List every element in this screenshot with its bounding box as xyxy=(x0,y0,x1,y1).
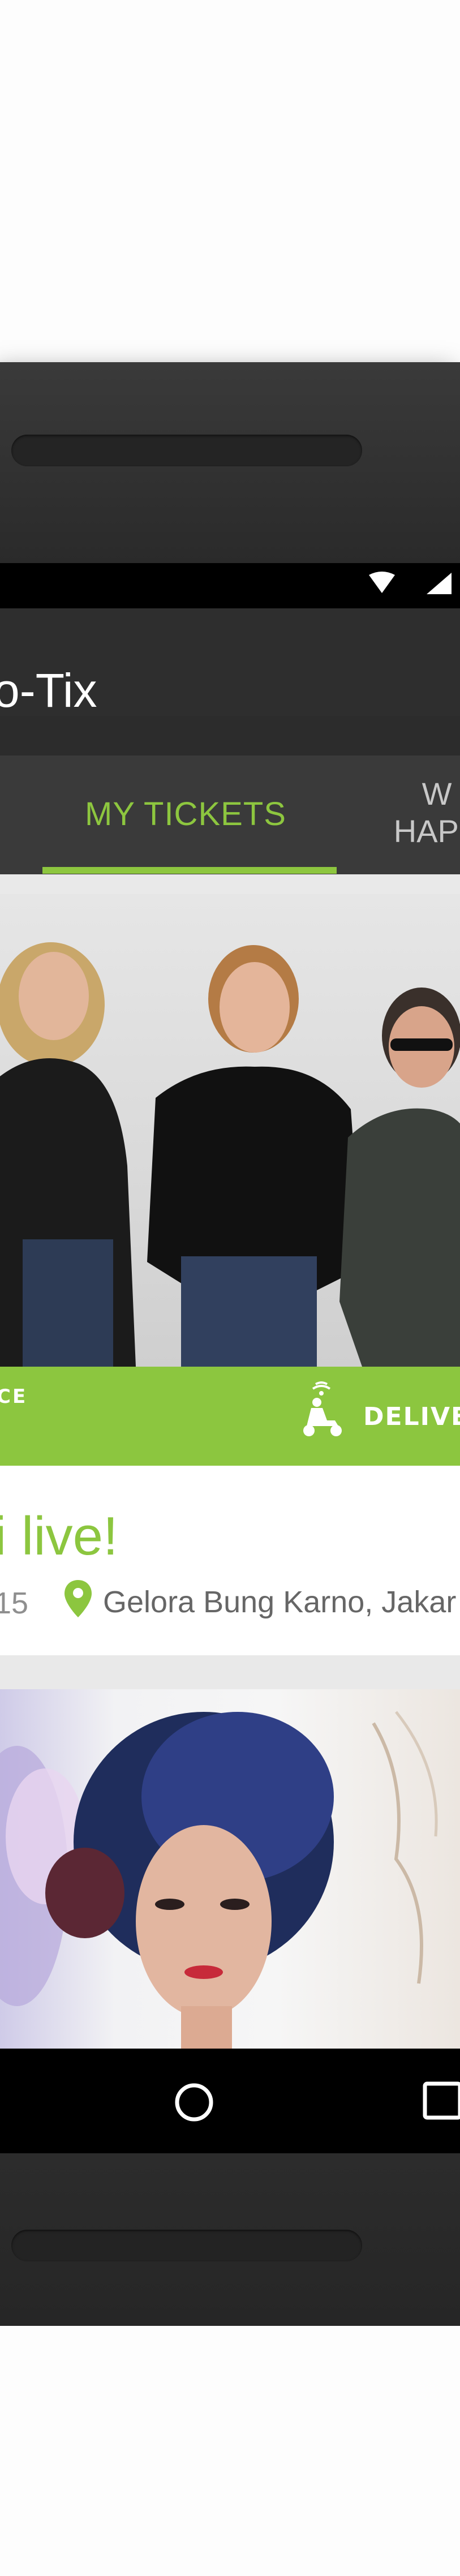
tab-my-tickets[interactable]: MY TICKETS xyxy=(85,795,286,833)
tab-whats-happening[interactable]: W HAPP xyxy=(380,775,460,850)
event-banner-image xyxy=(0,894,460,1367)
scooter-delivery-icon xyxy=(303,1381,342,1436)
navigation-bar xyxy=(0,2049,460,2153)
event-date: 15 xyxy=(0,1586,29,1620)
home-icon[interactable] xyxy=(171,2080,217,2125)
map-pin-icon xyxy=(65,1580,92,1617)
phone-speaker xyxy=(11,2230,362,2261)
delivery-label[interactable]: DELIVE xyxy=(363,1402,460,1431)
recents-icon[interactable] xyxy=(422,2078,460,2123)
tab-whats-happening-line2: HAPP xyxy=(393,813,460,849)
wifi-icon xyxy=(369,572,395,593)
service-label: CE xyxy=(0,1385,28,1408)
event-banner-image-2[interactable] xyxy=(0,1689,460,2051)
tab-selected-indicator xyxy=(42,867,337,874)
event-title: i live! xyxy=(0,1506,118,1566)
background-top xyxy=(0,0,460,362)
signal-icon xyxy=(427,573,452,594)
tab-whats-happening-line1: W xyxy=(422,776,452,812)
app-title: o-Tix xyxy=(0,664,97,717)
background-bottom xyxy=(0,2326,460,2576)
phone-earpiece xyxy=(11,435,362,466)
event-venue: Gelora Bung Karno, Jakar xyxy=(103,1585,457,1619)
